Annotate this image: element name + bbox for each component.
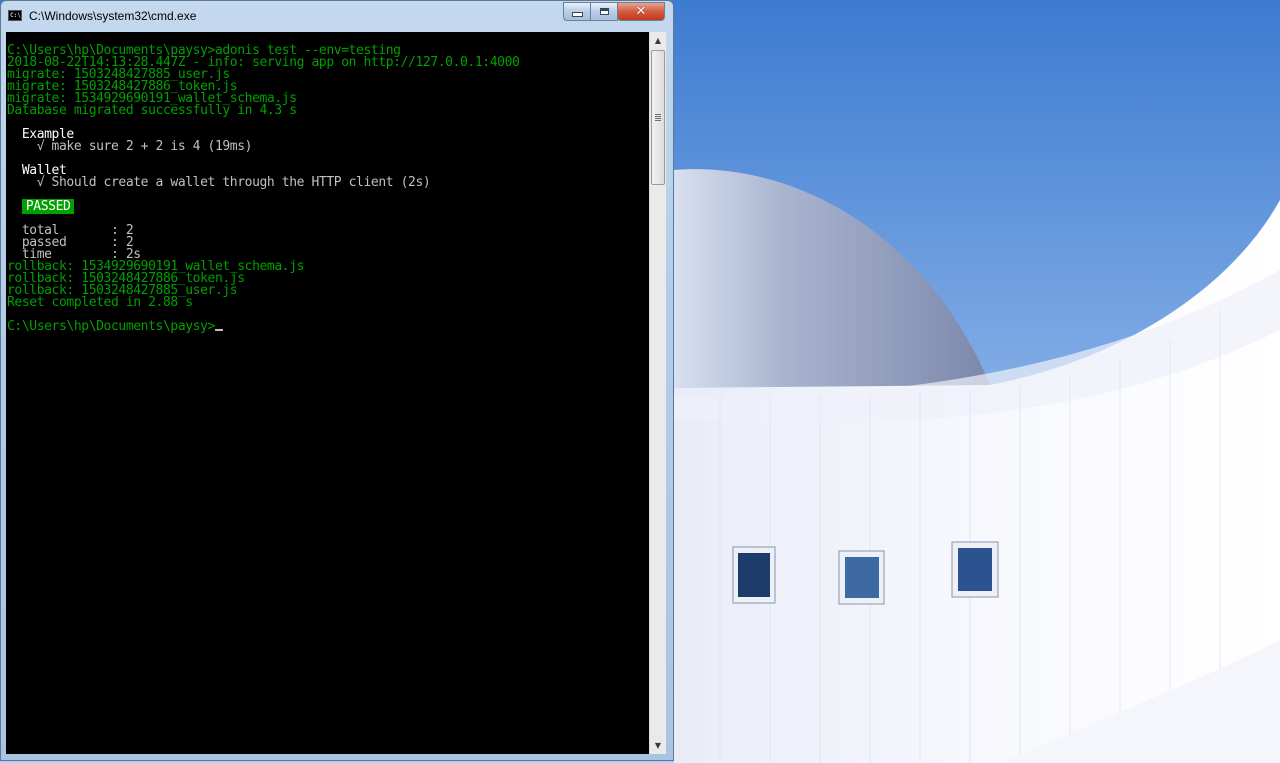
building-windows [732, 541, 999, 605]
console-line: C:\Users\hp\Documents\paysy> [7, 319, 215, 334]
close-icon: ✕ [635, 4, 647, 19]
maximize-button[interactable] [590, 2, 618, 21]
minimize-icon [571, 12, 583, 17]
console-output[interactable]: C:\Users\hp\Documents\paysy>adonis test … [6, 32, 649, 754]
scrollbar-thumb[interactable] [651, 50, 665, 185]
scroll-down-arrow-icon[interactable]: ▼ [650, 737, 666, 754]
console-text: C:\Users\hp\Documents\paysy>adonis test … [6, 32, 649, 333]
scroll-up-arrow-icon[interactable]: ▲ [650, 32, 666, 49]
text-cursor [214, 329, 223, 331]
cmd-icon[interactable]: C:\ [8, 10, 22, 21]
console-line: Reset completed in 2.88 s [7, 295, 193, 310]
grip-icon [655, 114, 661, 121]
console-line: √ Should create a wallet through the HTT… [7, 175, 431, 190]
console-line: Database migrated successfully in 4.3 s [7, 103, 297, 118]
maximize-icon [599, 8, 609, 15]
console-line: √ make sure 2 + 2 is 4 (19ms) [7, 139, 253, 154]
vertical-scrollbar[interactable]: ▲ ▼ [649, 32, 666, 754]
cmd-window[interactable]: C:\ C:\Windows\system32\cmd.exe ✕ C:\Use… [0, 0, 674, 761]
close-button[interactable]: ✕ [617, 2, 665, 21]
passed-badge: PASSED [21, 199, 75, 214]
window-title: C:\Windows\system32\cmd.exe [29, 9, 197, 23]
title-bar[interactable]: C:\ C:\Windows\system32\cmd.exe ✕ [1, 1, 673, 31]
minimize-button[interactable] [563, 2, 591, 21]
